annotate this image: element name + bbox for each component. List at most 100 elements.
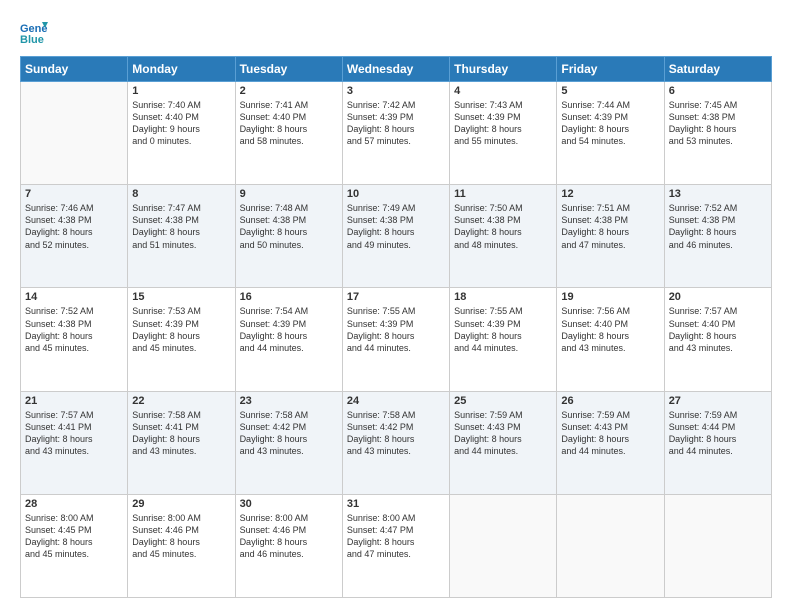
calendar-cell: 11 Sunrise: 7:50 AM Sunset: 4:38 PM Dayli… (450, 185, 557, 288)
calendar-cell (664, 494, 771, 597)
calendar-cell: 17 Sunrise: 7:55 AM Sunset: 4:39 PM Dayli… (342, 288, 449, 391)
day-number: 25 (454, 395, 552, 407)
day-info: Sunrise: 8:00 AM Sunset: 4:46 PM Dayligh… (132, 512, 230, 561)
weekday-header-saturday: Saturday (664, 57, 771, 82)
weekday-header-sunday: Sunday (21, 57, 128, 82)
day-number: 21 (25, 395, 123, 407)
calendar-cell (21, 82, 128, 185)
calendar-cell: 25 Sunrise: 7:59 AM Sunset: 4:43 PM Dayli… (450, 391, 557, 494)
day-number: 30 (240, 498, 338, 510)
weekday-header-friday: Friday (557, 57, 664, 82)
day-number: 1 (132, 85, 230, 97)
calendar-cell: 30Sunrise: 8:00 AM Sunset: 4:46 PM Dayli… (235, 494, 342, 597)
svg-text:Blue: Blue (20, 34, 44, 46)
day-number: 5 (561, 85, 659, 97)
calendar-cell: 2 Sunrise: 7:41 AM Sunset: 4:40 PM Daylig… (235, 82, 342, 185)
day-number: 9 (240, 188, 338, 200)
calendar-cell: 14Sunrise: 7:52 AM Sunset: 4:38 PM Dayli… (21, 288, 128, 391)
day-number: 15 (132, 291, 230, 303)
day-info: Sunrise: 7:59 AM Sunset: 4:44 PM Dayligh… (669, 409, 767, 458)
day-number: 20 (669, 291, 767, 303)
day-info: Sunrise: 8:00 AM Sunset: 4:45 PM Dayligh… (25, 512, 123, 561)
day-number: 8 (132, 188, 230, 200)
day-info: Sunrise: 7:47 AM Sunset: 4:38 PM Dayligh… (132, 202, 230, 251)
calendar-week-1: 1 Sunrise: 7:40 AM Sunset: 4:40 PM Daylig… (21, 82, 772, 185)
day-number: 31 (347, 498, 445, 510)
calendar-cell: 19 Sunrise: 7:56 AM Sunset: 4:40 PM Dayli… (557, 288, 664, 391)
day-number: 19 (561, 291, 659, 303)
calendar-header-row: SundayMondayTuesdayWednesdayThursdayFrid… (21, 57, 772, 82)
calendar-cell (450, 494, 557, 597)
calendar-cell: 18Sunrise: 7:55 AM Sunset: 4:39 PM Dayli… (450, 288, 557, 391)
day-info: Sunrise: 7:50 AM Sunset: 4:38 PM Dayligh… (454, 202, 552, 251)
calendar-cell: 1 Sunrise: 7:40 AM Sunset: 4:40 PM Daylig… (128, 82, 235, 185)
calendar-cell: 5 Sunrise: 7:44 AM Sunset: 4:39 PM Daylig… (557, 82, 664, 185)
calendar-cell: 9 Sunrise: 7:48 AM Sunset: 4:38 PM Daylig… (235, 185, 342, 288)
calendar-cell (557, 494, 664, 597)
calendar-cell: 27 Sunrise: 7:59 AM Sunset: 4:44 PM Dayli… (664, 391, 771, 494)
calendar-week-3: 14Sunrise: 7:52 AM Sunset: 4:38 PM Dayli… (21, 288, 772, 391)
calendar-week-4: 21 Sunrise: 7:57 AM Sunset: 4:41 PM Dayli… (21, 391, 772, 494)
day-info: Sunrise: 7:44 AM Sunset: 4:39 PM Dayligh… (561, 99, 659, 148)
calendar-cell: 10 Sunrise: 7:49 AM Sunset: 4:38 PM Dayli… (342, 185, 449, 288)
calendar-cell: 4 Sunrise: 7:43 AM Sunset: 4:39 PM Daylig… (450, 82, 557, 185)
day-number: 22 (132, 395, 230, 407)
day-info: Sunrise: 8:00 AM Sunset: 4:47 PM Dayligh… (347, 512, 445, 561)
day-number: 12 (561, 188, 659, 200)
calendar-cell: 6 Sunrise: 7:45 AM Sunset: 4:38 PM Daylig… (664, 82, 771, 185)
day-info: Sunrise: 7:40 AM Sunset: 4:40 PM Dayligh… (132, 99, 230, 148)
day-number: 3 (347, 85, 445, 97)
calendar-cell: 21 Sunrise: 7:57 AM Sunset: 4:41 PM Dayli… (21, 391, 128, 494)
calendar-cell: 20 Sunrise: 7:57 AM Sunset: 4:40 PM Dayli… (664, 288, 771, 391)
day-info: Sunrise: 7:41 AM Sunset: 4:40 PM Dayligh… (240, 99, 338, 148)
day-number: 23 (240, 395, 338, 407)
calendar-cell: 3 Sunrise: 7:42 AM Sunset: 4:39 PM Daylig… (342, 82, 449, 185)
day-number: 18 (454, 291, 552, 303)
day-number: 2 (240, 85, 338, 97)
calendar-cell: 24 Sunrise: 7:58 AM Sunset: 4:42 PM Dayli… (342, 391, 449, 494)
day-number: 11 (454, 188, 552, 200)
calendar-week-5: 28 Sunrise: 8:00 AM Sunset: 4:45 PM Dayli… (21, 494, 772, 597)
day-info: Sunrise: 7:56 AM Sunset: 4:40 PM Dayligh… (561, 305, 659, 354)
logo: General Blue (20, 18, 50, 46)
day-info: Sunrise: 7:59 AM Sunset: 4:43 PM Dayligh… (454, 409, 552, 458)
day-info: Sunrise: 7:43 AM Sunset: 4:39 PM Dayligh… (454, 99, 552, 148)
day-number: 10 (347, 188, 445, 200)
weekday-header-thursday: Thursday (450, 57, 557, 82)
calendar-cell: 28 Sunrise: 8:00 AM Sunset: 4:45 PM Dayli… (21, 494, 128, 597)
day-info: Sunrise: 7:49 AM Sunset: 4:38 PM Dayligh… (347, 202, 445, 251)
calendar-cell: 7Sunrise: 7:46 AM Sunset: 4:38 PM Daylig… (21, 185, 128, 288)
day-info: Sunrise: 7:52 AM Sunset: 4:38 PM Dayligh… (669, 202, 767, 251)
day-info: Sunrise: 7:54 AM Sunset: 4:39 PM Dayligh… (240, 305, 338, 354)
day-info: Sunrise: 7:45 AM Sunset: 4:38 PM Dayligh… (669, 99, 767, 148)
calendar-cell: 26 Sunrise: 7:59 AM Sunset: 4:43 PM Dayli… (557, 391, 664, 494)
day-info: Sunrise: 7:48 AM Sunset: 4:38 PM Dayligh… (240, 202, 338, 251)
day-info: Sunrise: 7:52 AM Sunset: 4:38 PM Dayligh… (25, 305, 123, 354)
calendar-cell: 13Sunrise: 7:52 AM Sunset: 4:38 PM Dayli… (664, 185, 771, 288)
day-info: Sunrise: 7:55 AM Sunset: 4:39 PM Dayligh… (347, 305, 445, 354)
day-info: Sunrise: 7:58 AM Sunset: 4:42 PM Dayligh… (347, 409, 445, 458)
calendar-cell: 15 Sunrise: 7:53 AM Sunset: 4:39 PM Dayli… (128, 288, 235, 391)
day-number: 27 (669, 395, 767, 407)
day-info: Sunrise: 7:59 AM Sunset: 4:43 PM Dayligh… (561, 409, 659, 458)
day-info: Sunrise: 7:58 AM Sunset: 4:42 PM Dayligh… (240, 409, 338, 458)
day-number: 17 (347, 291, 445, 303)
calendar-cell: 8 Sunrise: 7:47 AM Sunset: 4:38 PM Daylig… (128, 185, 235, 288)
calendar-cell: 29 Sunrise: 8:00 AM Sunset: 4:46 PM Dayli… (128, 494, 235, 597)
calendar-cell: 12Sunrise: 7:51 AM Sunset: 4:38 PM Dayli… (557, 185, 664, 288)
calendar-cell: 22Sunrise: 7:58 AM Sunset: 4:41 PM Dayli… (128, 391, 235, 494)
day-number: 6 (669, 85, 767, 97)
day-info: Sunrise: 7:46 AM Sunset: 4:38 PM Dayligh… (25, 202, 123, 251)
day-info: Sunrise: 7:57 AM Sunset: 4:40 PM Dayligh… (669, 305, 767, 354)
day-number: 28 (25, 498, 123, 510)
day-number: 16 (240, 291, 338, 303)
day-info: Sunrise: 7:42 AM Sunset: 4:39 PM Dayligh… (347, 99, 445, 148)
day-number: 24 (347, 395, 445, 407)
calendar-cell: 31 Sunrise: 8:00 AM Sunset: 4:47 PM Dayli… (342, 494, 449, 597)
day-number: 26 (561, 395, 659, 407)
day-info: Sunrise: 7:57 AM Sunset: 4:41 PM Dayligh… (25, 409, 123, 458)
day-number: 29 (132, 498, 230, 510)
day-info: Sunrise: 7:53 AM Sunset: 4:39 PM Dayligh… (132, 305, 230, 354)
day-number: 4 (454, 85, 552, 97)
calendar-cell: 16 Sunrise: 7:54 AM Sunset: 4:39 PM Dayli… (235, 288, 342, 391)
